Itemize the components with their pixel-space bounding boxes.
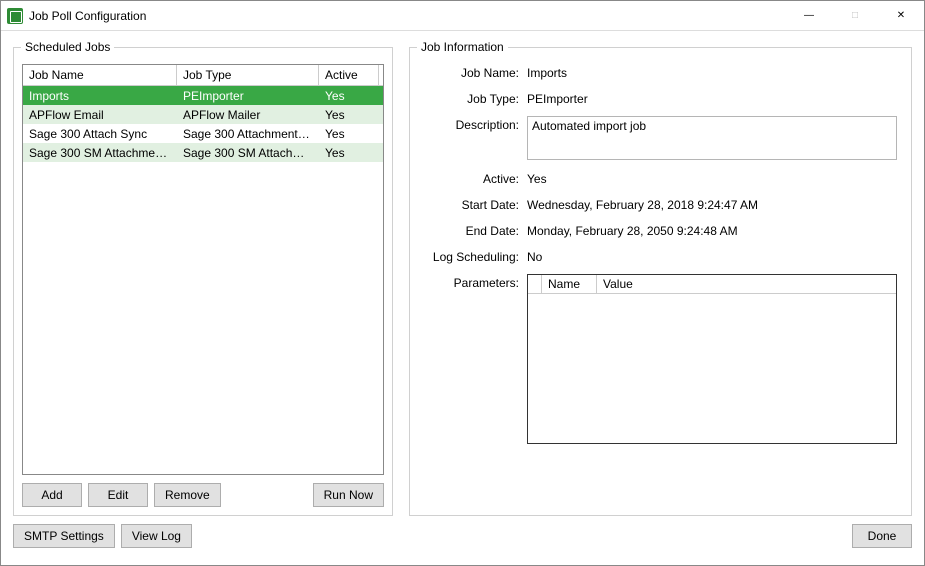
view-log-button[interactable]: View Log [121, 524, 192, 548]
col-header-active[interactable]: Active [319, 65, 379, 85]
value-job-type: PEImporter [527, 90, 897, 106]
run-now-button[interactable]: Run Now [313, 483, 384, 507]
scheduled-jobs-legend: Scheduled Jobs [21, 40, 114, 54]
scheduled-jobs-panel: Scheduled Jobs Job Name Job Type Active … [13, 47, 393, 516]
cell-active: Yes [319, 106, 379, 124]
value-start-date: Wednesday, February 28, 2018 9:24:47 AM [527, 196, 897, 212]
label-log-scheduling: Log Scheduling: [424, 248, 519, 264]
titlebar: Job Poll Configuration — □ ✕ [1, 1, 924, 31]
window-buttons: — □ ✕ [786, 1, 924, 30]
label-job-type: Job Type: [424, 90, 519, 106]
description-textbox[interactable]: Automated import job [527, 116, 897, 160]
content-area: Scheduled Jobs Job Name Job Type Active … [1, 31, 924, 516]
cell-job-name: Sage 300 SM Attachment Synch [23, 144, 177, 162]
bottom-bar: SMTP Settings View Log Done [1, 516, 924, 556]
cell-job-type: Sage 300 SM Attachment ... [177, 144, 319, 162]
label-active: Active: [424, 170, 519, 186]
close-button[interactable]: ✕ [878, 1, 924, 30]
job-information-panel: Job Information Job Name: Imports Job Ty… [409, 47, 912, 516]
cell-job-name: APFlow Email [23, 106, 177, 124]
label-parameters: Parameters: [424, 274, 519, 444]
param-col-name[interactable]: Name [542, 275, 597, 293]
done-button[interactable]: Done [852, 524, 912, 548]
value-job-name: Imports [527, 64, 897, 80]
table-row[interactable]: APFlow EmailAPFlow MailerYes [23, 105, 383, 124]
label-start-date: Start Date: [424, 196, 519, 212]
table-row[interactable]: ImportsPEImporterYes [23, 86, 383, 105]
table-row[interactable]: Sage 300 SM Attachment SynchSage 300 SM … [23, 143, 383, 162]
value-active: Yes [527, 170, 897, 186]
app-icon [7, 8, 23, 24]
cell-job-name: Imports [23, 87, 177, 105]
smtp-settings-button[interactable]: SMTP Settings [13, 524, 115, 548]
parameters-table[interactable]: Name Value [527, 274, 897, 444]
value-log-scheduling: No [527, 248, 897, 264]
cell-job-type: PEImporter [177, 87, 319, 105]
maximize-button: □ [832, 1, 878, 30]
label-job-name: Job Name: [424, 64, 519, 80]
remove-button[interactable]: Remove [154, 483, 221, 507]
label-end-date: End Date: [424, 222, 519, 238]
cell-active: Yes [319, 125, 379, 143]
col-header-type[interactable]: Job Type [177, 65, 319, 85]
cell-job-name: Sage 300 Attach Sync [23, 125, 177, 143]
cell-active: Yes [319, 87, 379, 105]
add-button[interactable]: Add [22, 483, 82, 507]
label-description: Description: [424, 116, 519, 160]
param-row-header-blank [528, 275, 542, 293]
edit-button[interactable]: Edit [88, 483, 148, 507]
job-information-legend: Job Information [417, 40, 508, 54]
value-end-date: Monday, February 28, 2050 9:24:48 AM [527, 222, 897, 238]
jobs-button-row: Add Edit Remove Run Now [22, 483, 384, 507]
jobs-grid[interactable]: Job Name Job Type Active ImportsPEImport… [22, 64, 384, 475]
cell-active: Yes [319, 144, 379, 162]
window-title: Job Poll Configuration [29, 9, 786, 23]
cell-job-type: Sage 300 Attachment Sync [177, 125, 319, 143]
table-row[interactable]: Sage 300 Attach SyncSage 300 Attachment … [23, 124, 383, 143]
cell-job-type: APFlow Mailer [177, 106, 319, 124]
minimize-button[interactable]: — [786, 1, 832, 30]
col-header-name[interactable]: Job Name [23, 65, 177, 85]
jobs-grid-header: Job Name Job Type Active [23, 65, 383, 86]
param-col-value[interactable]: Value [597, 275, 896, 293]
